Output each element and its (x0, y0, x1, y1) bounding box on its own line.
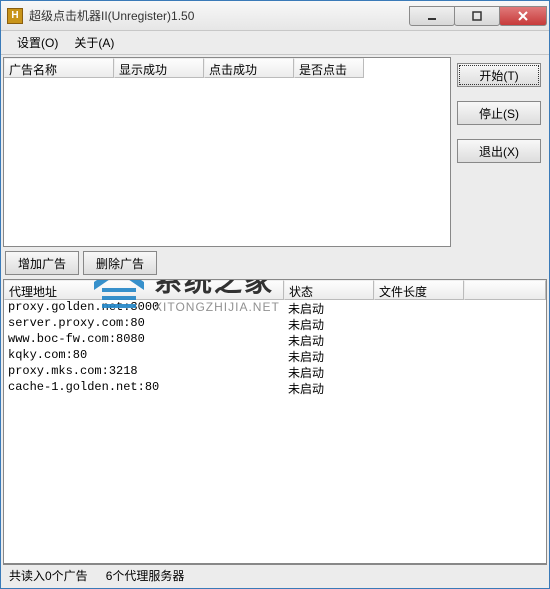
proxy-len (374, 348, 464, 364)
titlebar[interactable]: H 超级点击机器II(Unregister)1.50 (1, 1, 549, 31)
app-icon: H (7, 8, 23, 24)
proxy-row[interactable]: cache-1.golden.net:80未启动 (4, 380, 546, 396)
stop-button[interactable]: 停止(S) (457, 101, 541, 125)
proxy-status: 未启动 (284, 364, 374, 380)
proxy-len (374, 300, 464, 316)
add-ad-button[interactable]: 增加广告 (5, 251, 79, 275)
status-right: 6个代理服务器 (106, 567, 185, 584)
content-area: 广告名称显示成功点击成功是否点击 开始(T) 停止(S) 退出(X) 增加广告 … (1, 55, 549, 588)
del-ad-button[interactable]: 删除广告 (83, 251, 157, 275)
proxy-th[interactable]: 文件长度 (374, 280, 464, 300)
menubar: 设置(O) 关于(A) (1, 31, 549, 55)
mid-buttons: 增加广告 删除广告 (3, 247, 547, 279)
menu-settings[interactable]: 设置(O) (9, 32, 66, 53)
proxy-table-body: proxy.golden.net:3000未启动server.proxy.com… (4, 300, 546, 563)
proxy-addr: proxy.golden.net:3000 (4, 300, 284, 316)
proxy-status: 未启动 (284, 316, 374, 332)
proxy-row[interactable]: www.boc-fw.com:8080未启动 (4, 332, 546, 348)
proxy-status: 未启动 (284, 332, 374, 348)
proxy-addr: server.proxy.com:80 (4, 316, 284, 332)
maximize-button[interactable] (454, 6, 500, 26)
app-window: H 超级点击机器II(Unregister)1.50 设置(O) 关于(A) 广… (0, 0, 550, 589)
proxy-len (374, 364, 464, 380)
proxy-len (374, 332, 464, 348)
proxy-pane: 代理地址状态文件长度 proxy.golden.net:3000未启动serve… (3, 279, 547, 564)
ads-table-body (4, 78, 450, 246)
status-left: 共读入0个广告 (9, 567, 88, 584)
proxy-len (374, 380, 464, 396)
side-buttons: 开始(T) 停止(S) 退出(X) (451, 57, 547, 247)
proxy-status: 未启动 (284, 300, 374, 316)
proxy-addr: cache-1.golden.net:80 (4, 380, 284, 396)
proxy-table[interactable]: 代理地址状态文件长度 proxy.golden.net:3000未启动serve… (3, 279, 547, 564)
minimize-button[interactable] (409, 6, 455, 26)
ads-th[interactable]: 显示成功 (114, 58, 204, 78)
ads-th[interactable]: 广告名称 (4, 58, 114, 78)
proxy-row[interactable]: proxy.golden.net:3000未启动 (4, 300, 546, 316)
proxy-status: 未启动 (284, 380, 374, 396)
proxy-th[interactable]: 代理地址 (4, 280, 284, 300)
start-button[interactable]: 开始(T) (457, 63, 541, 87)
ads-table[interactable]: 广告名称显示成功点击成功是否点击 (3, 57, 451, 247)
proxy-row[interactable]: proxy.mks.com:3218未启动 (4, 364, 546, 380)
proxy-th[interactable]: 状态 (284, 280, 374, 300)
ads-table-headers: 广告名称显示成功点击成功是否点击 (4, 58, 450, 78)
proxy-row[interactable]: server.proxy.com:80未启动 (4, 316, 546, 332)
proxy-addr: proxy.mks.com:3218 (4, 364, 284, 380)
exit-button[interactable]: 退出(X) (457, 139, 541, 163)
close-button[interactable] (499, 6, 547, 26)
proxy-addr: kqky.com:80 (4, 348, 284, 364)
proxy-addr: www.boc-fw.com:8080 (4, 332, 284, 348)
ads-th[interactable]: 是否点击 (294, 58, 364, 78)
proxy-len (374, 316, 464, 332)
statusbar: 共读入0个广告 6个代理服务器 (3, 564, 547, 586)
menu-about[interactable]: 关于(A) (66, 32, 122, 53)
window-title: 超级点击机器II(Unregister)1.50 (29, 7, 410, 24)
proxy-status: 未启动 (284, 348, 374, 364)
proxy-row[interactable]: kqky.com:80未启动 (4, 348, 546, 364)
window-controls (410, 6, 547, 26)
ads-th[interactable]: 点击成功 (204, 58, 294, 78)
proxy-table-headers: 代理地址状态文件长度 (4, 280, 546, 300)
upper-pane: 广告名称显示成功点击成功是否点击 开始(T) 停止(S) 退出(X) (3, 57, 547, 247)
